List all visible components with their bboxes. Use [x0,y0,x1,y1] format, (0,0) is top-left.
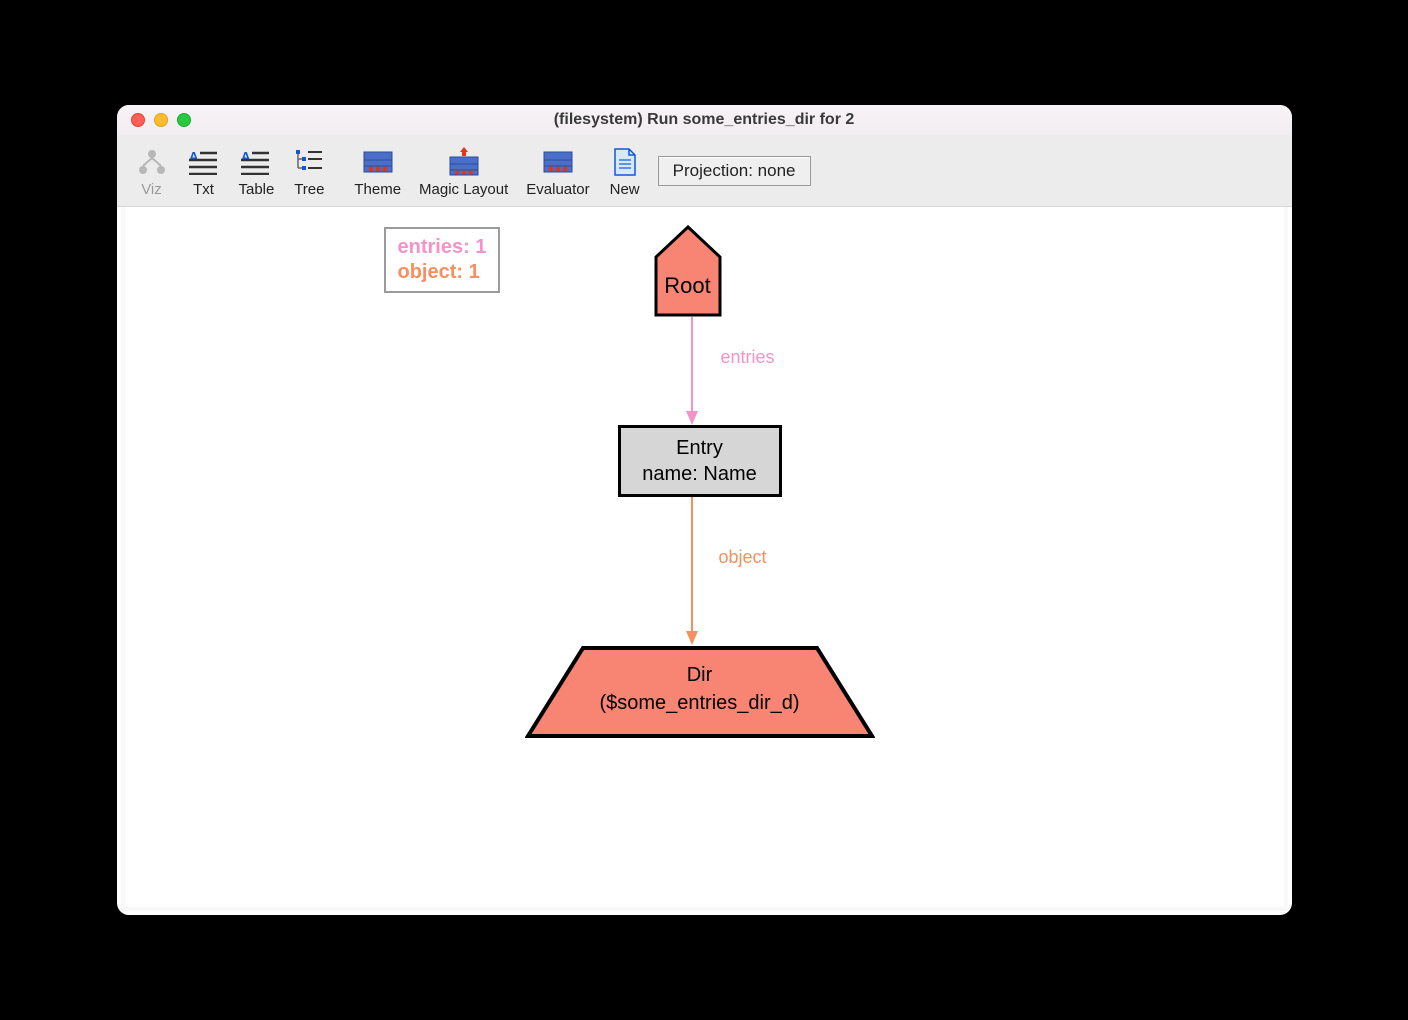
new-icon [608,147,642,177]
node-dir-line2: ($some_entries_dir_d) [525,689,875,717]
table-icon: A [239,147,273,177]
node-dir[interactable]: Dir ($some_entries_dir_d) [525,645,875,739]
svg-text:A: A [241,149,251,164]
theme-icon [361,147,395,177]
projection-selector[interactable]: Projection: none [658,156,811,186]
txt-icon: A [187,147,221,177]
magic-layout-icon [447,147,481,177]
theme-label: Theme [354,181,401,198]
table-label: Table [239,181,275,198]
new-label: New [610,181,640,198]
txt-label: Txt [193,181,214,198]
evaluator-icon [541,147,575,177]
legend-object: object: 1 [398,260,487,285]
magic-layout-label: Magic Layout [419,181,508,198]
node-entry-line1: Entry [676,435,723,461]
minimize-button[interactable] [154,113,168,127]
evaluator-button[interactable]: Evaluator [526,143,589,198]
txt-button[interactable]: A Txt [187,143,221,198]
viz-icon [135,147,169,177]
node-dir-line1: Dir [525,661,875,689]
viz-label: Viz [141,181,162,198]
legend-entries: entries: 1 [398,235,487,260]
edge-object-label: object [719,547,767,568]
theme-button[interactable]: Theme [354,143,401,198]
app-window: (filesystem) Run some_entries_dir for 2 … [117,105,1292,915]
edge-entries-label: entries [721,347,775,368]
maximize-button[interactable] [177,113,191,127]
table-button[interactable]: A Table [239,143,275,198]
edge-entries [683,317,701,427]
titlebar: (filesystem) Run some_entries_dir for 2 [117,105,1292,135]
viz-button[interactable]: Viz [135,143,169,198]
node-root-label: Root [653,273,723,299]
new-button[interactable]: New [608,143,642,198]
node-entry[interactable]: Entry name: Name [618,425,782,497]
evaluator-label: Evaluator [526,181,589,198]
tree-icon [292,147,326,177]
traffic-lights [117,113,191,127]
node-entry-line2: name: Name [642,461,757,487]
svg-text:A: A [189,149,199,164]
magic-layout-button[interactable]: Magic Layout [419,143,508,198]
legend-box: entries: 1 object: 1 [384,227,501,293]
tree-label: Tree [294,181,324,198]
tree-button[interactable]: Tree [292,143,326,198]
close-button[interactable] [131,113,145,127]
edge-object [683,497,701,647]
node-root[interactable]: Root [653,225,723,317]
toolbar: Viz A Txt A [117,135,1292,207]
window-title: (filesystem) Run some_entries_dir for 2 [117,111,1292,129]
diagram-canvas[interactable]: entries: 1 object: 1 Root entries Entry … [121,207,1288,911]
